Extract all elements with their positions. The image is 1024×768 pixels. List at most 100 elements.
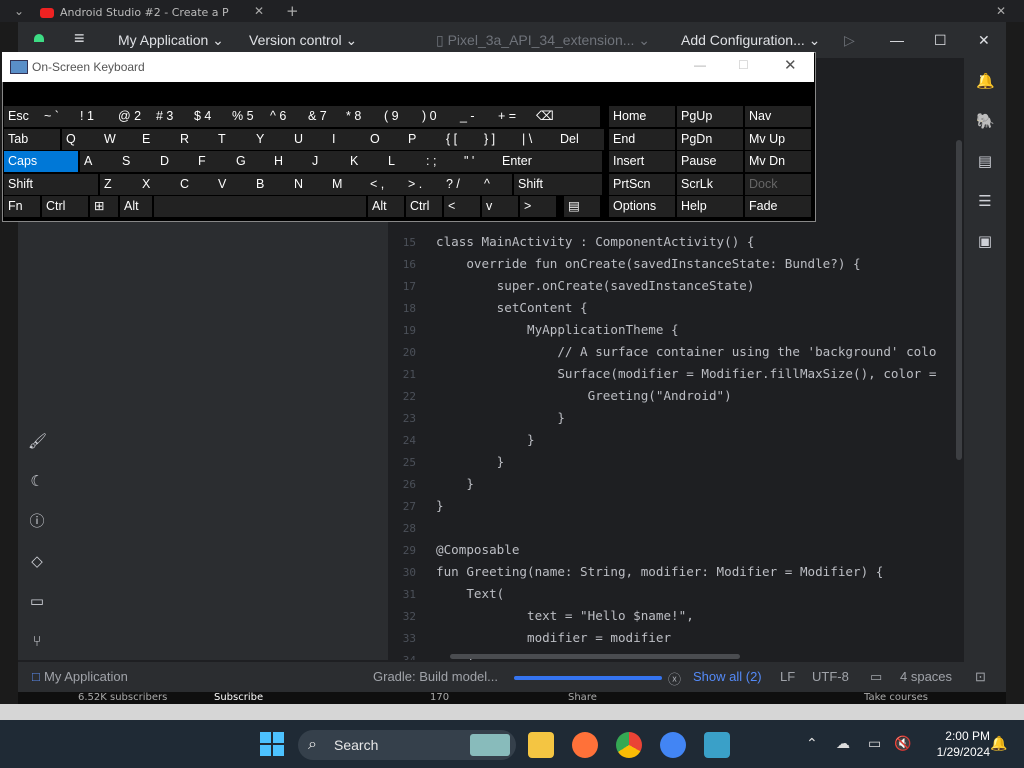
osk-key-z[interactable]: Z bbox=[100, 174, 138, 195]
clock[interactable]: 2:00 PM 1/29/2024 bbox=[920, 728, 990, 760]
osk-key-pgdn[interactable]: PgDn bbox=[677, 129, 743, 150]
osk-key-w[interactable]: W bbox=[100, 129, 138, 150]
osk-key-9[interactable]: ( 9 bbox=[380, 106, 418, 127]
code-line[interactable]: // A surface container using the 'backgr… bbox=[436, 344, 936, 359]
osk-key-0[interactable]: ) 0 bbox=[418, 106, 456, 127]
logcat-icon[interactable]: ☾ bbox=[28, 472, 46, 490]
close-tab-icon[interactable]: ✕ bbox=[254, 4, 264, 18]
osk-key-pause[interactable]: Pause bbox=[677, 151, 743, 172]
volume-icon[interactable]: 🔇 bbox=[894, 736, 911, 752]
osk-key-p[interactable]: P bbox=[404, 129, 442, 150]
osk-key-menu[interactable]: ▤ bbox=[564, 196, 600, 217]
git-icon[interactable]: ⑂ bbox=[28, 632, 46, 650]
osk-key-k[interactable]: K bbox=[346, 151, 384, 172]
maximize-icon[interactable]: ☐ bbox=[934, 32, 947, 49]
osk-key-j[interactable]: J bbox=[308, 151, 346, 172]
taskbar-search[interactable]: ⌕ Search bbox=[298, 730, 516, 760]
code-line[interactable]: setContent { bbox=[436, 300, 588, 315]
osk-key-q[interactable]: Q bbox=[62, 129, 100, 150]
code-line[interactable]: } bbox=[436, 410, 565, 425]
osk-key-tilde[interactable]: ~ ` bbox=[40, 106, 76, 127]
osk-key-i[interactable]: I bbox=[328, 129, 366, 150]
osk-key-alt-left[interactable]: Alt bbox=[120, 196, 152, 217]
osk-key-4[interactable]: $ 4 bbox=[190, 106, 228, 127]
osk-key-fade[interactable]: Fade bbox=[745, 196, 811, 217]
tray-overflow-icon[interactable]: ⌃ bbox=[806, 736, 818, 752]
code-line[interactable]: } bbox=[436, 454, 505, 469]
network-icon[interactable]: ▭ bbox=[868, 736, 881, 752]
osk-key-d[interactable]: D bbox=[156, 151, 194, 172]
code-line[interactable]: super.onCreate(savedInstanceState) bbox=[436, 278, 755, 293]
code-line[interactable]: @Composable bbox=[436, 542, 519, 557]
code-line[interactable]: } bbox=[436, 476, 474, 491]
osk-key-t[interactable]: T bbox=[214, 129, 252, 150]
osk-key-2[interactable]: @ 2 bbox=[114, 106, 152, 127]
osk-maximize-icon[interactable]: ☐ bbox=[738, 58, 749, 72]
chevron-down-icon[interactable]: ⌄ bbox=[14, 4, 24, 18]
osk-key-end[interactable]: End bbox=[609, 129, 675, 150]
osk-key-c[interactable]: C bbox=[176, 174, 214, 195]
osk-key-v[interactable]: V bbox=[214, 174, 252, 195]
vcs-menu[interactable]: Version control ⌄ bbox=[249, 32, 357, 49]
osk-key-nav[interactable]: Nav bbox=[745, 106, 811, 127]
osk-key-e[interactable]: E bbox=[138, 129, 176, 150]
osk-key-enter[interactable]: Enter bbox=[498, 151, 602, 172]
chrome-icon[interactable] bbox=[616, 732, 642, 758]
main-menu-icon[interactable]: ≡ bbox=[74, 28, 85, 49]
osk-key-ctrl-left[interactable]: Ctrl bbox=[42, 196, 88, 217]
osk-key-minus[interactable]: _ - bbox=[456, 106, 494, 127]
notifications-icon[interactable]: 🔔 bbox=[976, 72, 995, 90]
osk-key-a[interactable]: A bbox=[80, 151, 118, 172]
lock-icon[interactable]: ⊡ bbox=[975, 669, 986, 685]
osk-key-6[interactable]: ^ 6 bbox=[266, 106, 304, 127]
osk-key-8[interactable]: * 8 bbox=[342, 106, 380, 127]
osk-key-alt-right[interactable]: Alt bbox=[368, 196, 404, 217]
minimize-icon[interactable]: — bbox=[890, 32, 904, 48]
code-line[interactable]: modifier = modifier bbox=[436, 630, 671, 645]
osk-key-home[interactable]: Home bbox=[609, 106, 675, 127]
notification-bell-icon[interactable]: 🔔 bbox=[990, 736, 1007, 752]
on-screen-keyboard-taskbar-icon[interactable] bbox=[704, 732, 730, 758]
osk-key-left-arrow[interactable]: < bbox=[444, 196, 480, 217]
project-selector[interactable]: My Application ⌄ bbox=[118, 32, 224, 49]
osk-key-u[interactable]: U bbox=[290, 129, 328, 150]
browser-close-icon[interactable]: ✕ bbox=[996, 4, 1006, 18]
osk-key-semicolon[interactable]: : ; bbox=[422, 151, 460, 172]
browser-tab[interactable]: Android Studio #2 - Create a P bbox=[40, 6, 270, 22]
osk-key-ctrl-right[interactable]: Ctrl bbox=[406, 196, 442, 217]
file-explorer-icon[interactable] bbox=[528, 732, 554, 758]
page-horizontal-scrollbar[interactable] bbox=[0, 704, 1024, 720]
device-manager-icon[interactable]: ▤ bbox=[976, 152, 994, 170]
osk-key-m[interactable]: M bbox=[328, 174, 366, 195]
osk-key-windows[interactable]: ⊞ bbox=[90, 196, 118, 217]
android-studio-taskbar-icon[interactable] bbox=[660, 732, 686, 758]
onedrive-icon[interactable]: ☁ bbox=[836, 736, 850, 752]
code-line[interactable]: MyApplicationTheme { bbox=[436, 322, 679, 337]
editor-vertical-scrollbar[interactable] bbox=[956, 140, 962, 460]
services-icon[interactable]: ◇ bbox=[28, 552, 46, 570]
osk-key-y[interactable]: Y bbox=[252, 129, 290, 150]
start-icon[interactable] bbox=[260, 732, 284, 756]
share-button[interactable]: Share bbox=[568, 692, 597, 703]
osk-key-7[interactable]: & 7 bbox=[304, 106, 342, 127]
code-line[interactable]: Surface(modifier = Modifier.fillMaxSize(… bbox=[436, 366, 936, 381]
osk-key-o[interactable]: O bbox=[366, 129, 404, 150]
osk-key-shift-right[interactable]: Shift bbox=[514, 174, 602, 195]
code-line[interactable]: } bbox=[436, 498, 444, 513]
status-project[interactable]: My Application bbox=[44, 669, 128, 684]
editor-horizontal-scrollbar[interactable] bbox=[450, 654, 740, 659]
code-line[interactable]: Text( bbox=[436, 586, 504, 601]
osk-key-f[interactable]: F bbox=[194, 151, 232, 172]
device-explorer-icon[interactable]: ▣ bbox=[976, 232, 994, 250]
osk-key-options[interactable]: Options bbox=[609, 196, 675, 217]
osk-key-tab[interactable]: Tab bbox=[4, 129, 60, 150]
build-variants-icon[interactable]: 🖌 bbox=[28, 432, 47, 450]
osk-key-quote[interactable]: " ' bbox=[460, 151, 498, 172]
like-count[interactable]: 170 bbox=[430, 692, 449, 703]
problems-icon[interactable]: ⓘ bbox=[28, 512, 46, 530]
osk-key-scrlk[interactable]: ScrLk bbox=[677, 174, 743, 195]
run-config-selector[interactable]: Add Configuration... ⌄ bbox=[681, 32, 820, 49]
editor-config-icon[interactable]: ▭ bbox=[870, 669, 882, 685]
osk-close-icon[interactable]: ✕ bbox=[784, 56, 797, 74]
code-line[interactable]: Greeting("Android") bbox=[436, 388, 732, 403]
